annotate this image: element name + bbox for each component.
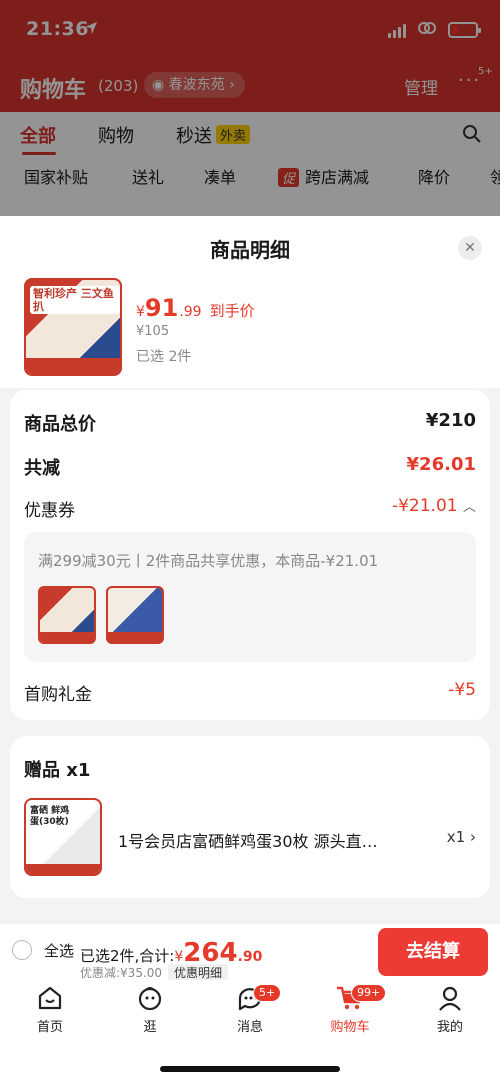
product-price: ¥91.99 到手价 xyxy=(136,294,255,322)
total-decimal: .90 xyxy=(237,949,263,965)
nav-cart[interactable]: 购物车 99+ xyxy=(315,984,387,1035)
select-all-checkbox[interactable] xyxy=(12,940,32,960)
home-indicator xyxy=(160,1066,340,1072)
cart-badge: 99+ xyxy=(351,984,387,1002)
gift-image-label: 富硒 鲜鸡蛋(30枚) xyxy=(30,806,70,827)
discount-summary: 优惠减:¥35.00 优惠明细 xyxy=(80,964,229,981)
product-image[interactable]: 智利珍产 三文鱼扒 xyxy=(24,278,122,376)
original-price: ¥105 xyxy=(136,324,170,339)
product-image-label: 智利珍产 三文鱼扒 xyxy=(30,286,120,314)
coupon-detail: 满299减30元丨2件商品共享优惠，本商品-¥21.01 xyxy=(24,532,476,662)
coupon-product-thumb[interactable] xyxy=(38,586,96,644)
discount-amount: 优惠减:¥35.00 xyxy=(80,966,163,980)
gift-image-strip xyxy=(26,864,100,874)
coupon-toggle[interactable]: -¥21.01 ︿ xyxy=(392,496,476,516)
home-icon xyxy=(38,986,62,1010)
nav-messages[interactable]: 消息 5+ xyxy=(215,984,285,1035)
product-detail-sheet: 商品明细 ✕ 智利珍产 三文鱼扒 ¥91.99 到手价 ¥105 已选 2件 商品… xyxy=(0,216,500,924)
gift-qty-link[interactable]: x1 › xyxy=(447,828,476,846)
message-badge: 5+ xyxy=(253,984,282,1002)
coupon-product-thumb[interactable] xyxy=(106,586,164,644)
gift-card: 赠品 x1 富硒 鲜鸡蛋(30枚) 1号会员店富硒鲜鸡蛋30枚 源头直… x1 … xyxy=(10,736,490,898)
price-decimal: .99 xyxy=(179,304,202,320)
checkout-button[interactable]: 去结算 xyxy=(378,928,488,976)
firstbuy-label: 首购礼金 xyxy=(24,685,92,705)
profile-icon xyxy=(439,986,461,1011)
product-image-strip xyxy=(26,358,120,374)
nav-label: 我的 xyxy=(436,1020,463,1035)
close-icon[interactable]: ✕ xyxy=(458,236,482,260)
chevron-right-icon: › xyxy=(470,828,476,846)
nav-explore[interactable]: 逛 xyxy=(115,984,185,1035)
nav-label: 逛 xyxy=(143,1020,157,1035)
nav-label: 消息 xyxy=(236,1020,263,1035)
sheet-header: 商品明细 ✕ 智利珍产 三文鱼扒 ¥91.99 到手价 ¥105 已选 2件 xyxy=(0,216,500,388)
nav-home[interactable]: 首页 xyxy=(15,984,85,1035)
gift-name[interactable]: 1号会员店富硒鲜鸡蛋30枚 源头直… xyxy=(118,828,408,852)
select-all-label[interactable]: 全选 xyxy=(44,940,74,961)
gift-image[interactable]: 富硒 鲜鸡蛋(30枚) xyxy=(24,798,102,876)
gift-qty: x1 xyxy=(446,828,466,846)
discount-detail-link[interactable]: 优惠明细 xyxy=(168,964,229,981)
discount-label: 共减 xyxy=(24,458,60,479)
price-tag: 到手价 xyxy=(209,302,255,320)
total-label: 商品总价 xyxy=(24,414,96,435)
summary-label: 已选2件,合计: xyxy=(80,947,175,965)
total-symbol: ¥ xyxy=(174,949,184,965)
total-value: ¥210 xyxy=(425,410,476,431)
coupon-label: 优惠券 xyxy=(24,501,75,521)
price-integer: 91 xyxy=(144,294,179,322)
nav-label: 首页 xyxy=(36,1020,63,1035)
explore-icon xyxy=(138,987,162,1011)
checkout-bar: 全选 已选2件,合计:¥264.90 优惠减:¥35.00 优惠明细 去结算 xyxy=(0,924,500,981)
firstbuy-value: -¥5 xyxy=(448,680,476,700)
chevron-up-icon: ︿ xyxy=(462,500,476,515)
selected-count: 已选 2件 xyxy=(136,349,192,365)
nav-label: 购物车 xyxy=(330,1020,370,1035)
overlay-dim[interactable] xyxy=(0,0,500,216)
gift-title: 赠品 x1 xyxy=(24,760,91,781)
nav-profile[interactable]: 我的 xyxy=(415,984,485,1035)
discount-value: ¥26.01 xyxy=(406,454,476,475)
price-breakdown-card: 商品总价 ¥210 共减 ¥26.01 优惠券 -¥21.01 ︿ 满299减3… xyxy=(10,390,490,720)
coupon-description: 满299减30元丨2件商品共享优惠，本商品-¥21.01 xyxy=(38,552,379,570)
coupon-value: -¥21.01 xyxy=(391,496,458,516)
sheet-title: 商品明细 xyxy=(210,238,290,262)
price-symbol: ¥ xyxy=(136,304,145,320)
